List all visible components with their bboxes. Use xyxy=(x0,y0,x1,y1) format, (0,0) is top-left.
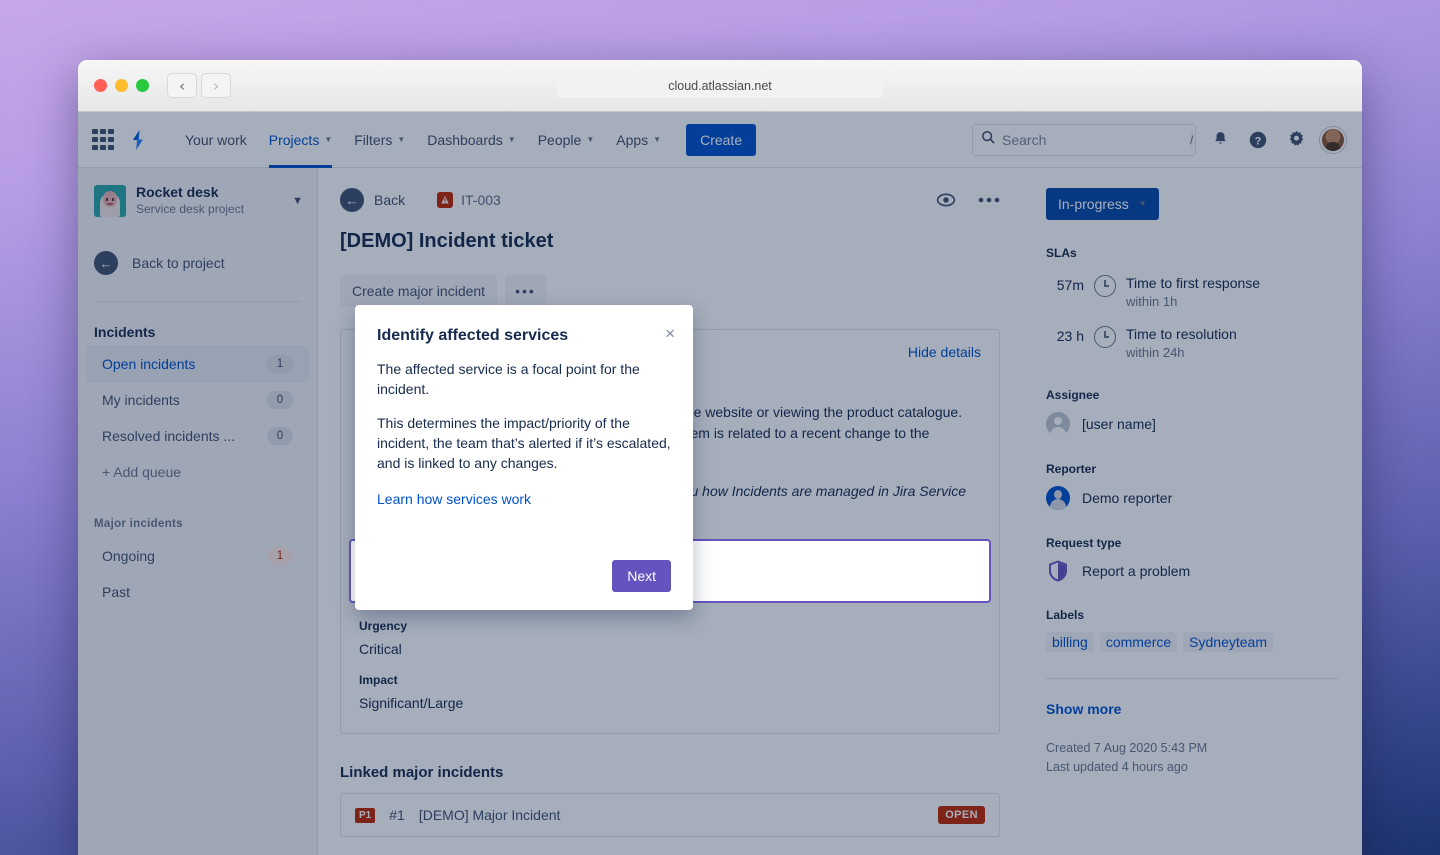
next-button[interactable]: Next xyxy=(612,560,671,592)
spotlight-dialog: Identify affected services × The affecte… xyxy=(355,305,693,610)
browser-nav-buttons: ‹ › xyxy=(167,73,231,98)
spotlight-paragraph-2: This determines the impact/priority of t… xyxy=(377,413,671,473)
spotlight-paragraph-1: The affected service is a focal point fo… xyxy=(377,359,671,399)
maximize-window-button[interactable] xyxy=(136,79,149,92)
modal-overlay[interactable] xyxy=(78,112,1362,855)
close-icon[interactable]: × xyxy=(665,325,675,342)
back-navigation-button[interactable]: ‹ xyxy=(167,73,197,98)
minimize-window-button[interactable] xyxy=(115,79,128,92)
window-controls xyxy=(94,79,149,92)
jira-application: Your work Projects ▼ Filters ▼ Dashboard… xyxy=(78,112,1362,855)
browser-chrome: ‹ › cloud.atlassian.net xyxy=(78,60,1362,112)
learn-how-services-work-link[interactable]: Learn how services work xyxy=(377,491,671,507)
url-bar[interactable]: cloud.atlassian.net xyxy=(557,74,883,98)
forward-navigation-button[interactable]: › xyxy=(201,73,231,98)
spotlight-footer: Next xyxy=(377,560,671,592)
spotlight-title: Identify affected services xyxy=(377,327,671,345)
close-window-button[interactable] xyxy=(94,79,107,92)
url-text: cloud.atlassian.net xyxy=(668,79,772,93)
browser-window: ‹ › cloud.atlassian.net Your work Projec xyxy=(78,60,1362,855)
